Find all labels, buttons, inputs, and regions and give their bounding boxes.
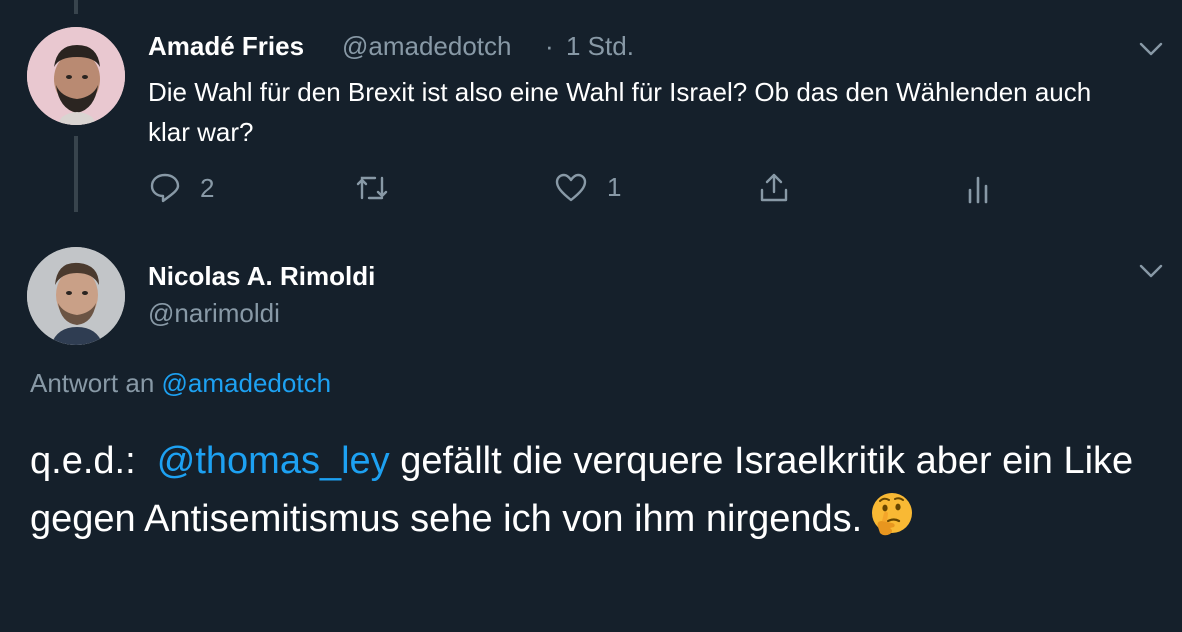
tweet-timestamp[interactable]: 1 Std. — [566, 31, 634, 62]
author-handle[interactable]: @narimoldi — [148, 298, 280, 329]
chevron-down-icon[interactable] — [1138, 258, 1164, 284]
reply-to-mention-link[interactable]: @amadedotch — [162, 368, 332, 398]
retweet-button[interactable] — [355, 172, 409, 204]
mention-link[interactable]: @thomas_ley — [157, 440, 390, 482]
avatar[interactable] — [27, 27, 125, 125]
thinking-face-icon — [872, 493, 913, 536]
share-icon — [760, 173, 788, 202]
chevron-down-icon[interactable] — [1138, 36, 1164, 62]
author-handle[interactable]: @amadedotch — [342, 31, 512, 62]
like-count: 1 — [607, 172, 622, 202]
thread-line — [74, 0, 78, 14]
tweet-text: Die Wahl für den Brexit ist also eine Wa… — [148, 77, 1092, 147]
analytics-button[interactable] — [966, 174, 990, 204]
reply-context-label: Antwort an — [30, 368, 155, 398]
avatar[interactable] — [27, 247, 125, 345]
analytics-icon — [968, 176, 988, 204]
tweet-text: q.e.d.: @thomas_ley gefällt die verquere… — [30, 432, 1160, 548]
retweet-icon — [356, 176, 388, 200]
separator-dot: · — [545, 31, 554, 61]
share-button[interactable] — [759, 172, 789, 204]
reply-count: 2 — [200, 172, 215, 203]
like-button[interactable]: 1 — [555, 172, 621, 203]
thread-line — [74, 136, 78, 212]
reply-context: Antwort an @amadedotch — [30, 368, 331, 399]
author-name[interactable]: Nicolas A. Rimoldi — [148, 261, 375, 292]
reply-icon — [150, 173, 180, 203]
tweet-text-prefix: q.e.d.: — [30, 440, 136, 482]
reply-button[interactable]: 2 — [150, 172, 214, 204]
heart-icon — [555, 173, 587, 201]
author-name[interactable]: Amadé Fries — [148, 31, 304, 62]
